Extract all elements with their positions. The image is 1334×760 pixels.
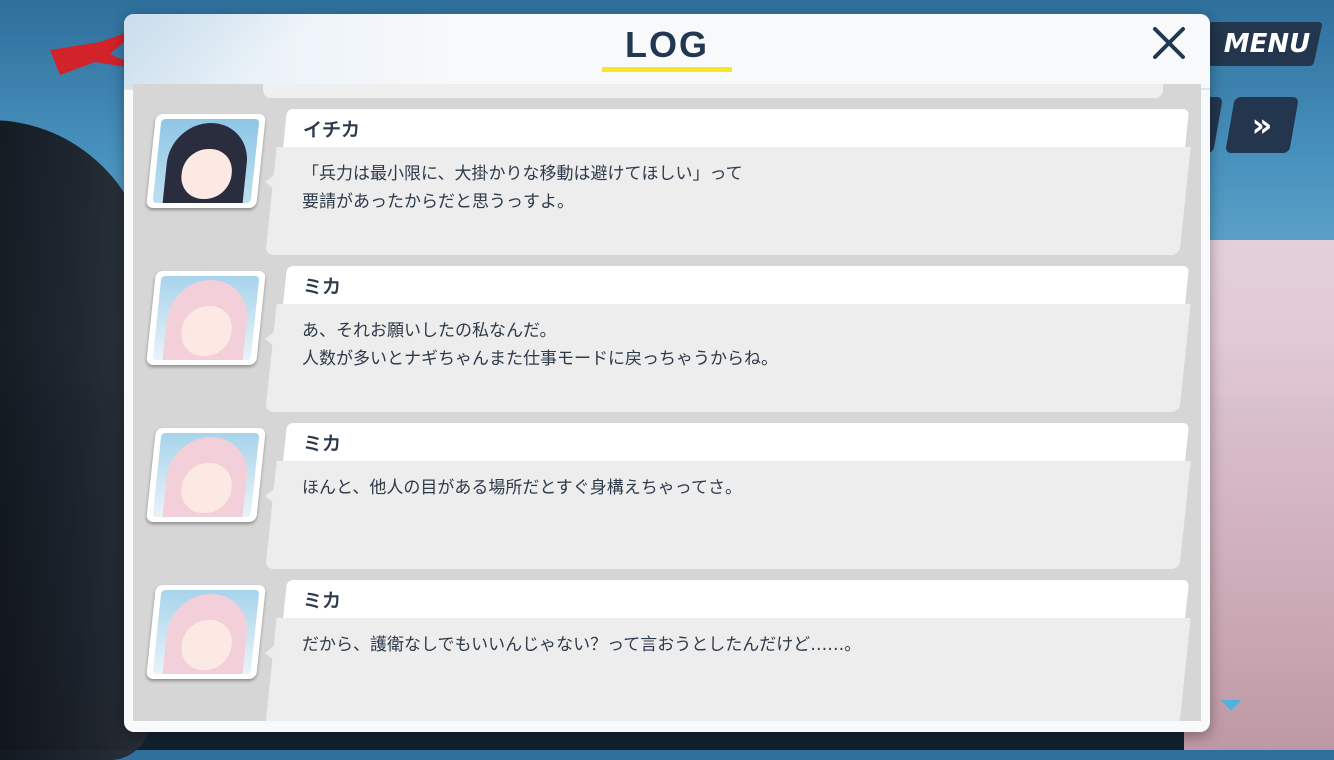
message-text: だから、護衛なしでもいいんじゃない？って言おうとしたんだけど……。 — [302, 635, 862, 655]
dialog-header: LOG — [124, 14, 1210, 90]
fast-forward-icon: » — [1251, 106, 1273, 144]
mika-portrait — [152, 590, 260, 674]
speaker-name: ミカ — [303, 433, 342, 455]
log-entry: イチカ 「兵力は最小限に、大掛かりな移動は避けてほしい」って 要請があったからだ… — [133, 109, 1201, 264]
close-icon — [1153, 27, 1185, 59]
log-entry: ミカ あ、それお願いしたの私なんだ。 人数が多いとナギちゃんまた仕事モードに戻っ… — [133, 266, 1201, 421]
log-list[interactable]: イチカ 「兵力は最小限に、大掛かりな移動は避けてほしい」って 要請があったからだ… — [133, 84, 1201, 721]
log-entry: ミカ だから、護衛なしでもいいんじゃない？って言おうとしたんだけど……。 — [133, 580, 1201, 721]
message-text: 「兵力は最小限に、大掛かりな移動は避けてほしい」って 要請があったからだと思うっ… — [302, 164, 743, 212]
message-text: あ、それお願いしたの私なんだ。 人数が多いとナギちゃんまた仕事モードに戻っちゃう… — [302, 321, 778, 369]
message-text: ほんと、他人の目がある場所だとすぐ身構えちゃってさ。 — [302, 478, 742, 498]
close-button[interactable] — [1148, 22, 1190, 64]
log-dialog: LOG イチカ 「兵力は最小限に、大掛かりな移動は避けてほしい」って 要請があっ… — [124, 14, 1210, 732]
dialog-title: LOG — [625, 24, 709, 65]
speaker-avatar — [146, 585, 266, 679]
ichika-portrait — [152, 119, 260, 203]
name-bar — [282, 423, 1190, 463]
speaker-name: ミカ — [303, 276, 342, 298]
speaker-name: イチカ — [303, 119, 361, 141]
scroll-down-icon[interactable] — [1221, 700, 1241, 711]
mika-portrait — [152, 276, 260, 360]
name-bar — [282, 109, 1190, 149]
title-underline — [602, 67, 732, 72]
log-entry: ミカ ほんと、他人の目がある場所だとすぐ身構えちゃってさ。 — [133, 423, 1201, 578]
speaker-avatar — [146, 114, 266, 208]
speaker-avatar — [146, 271, 266, 365]
fast-forward-button[interactable]: » — [1225, 97, 1299, 153]
speaker-name: ミカ — [303, 590, 342, 612]
header-decoration — [124, 14, 324, 88]
name-bar — [282, 266, 1190, 306]
menu-button[interactable]: MENU — [1191, 22, 1323, 66]
speaker-avatar — [146, 428, 266, 522]
name-bar — [282, 580, 1190, 620]
previous-entry-stub — [263, 84, 1163, 98]
mika-portrait — [152, 433, 260, 517]
